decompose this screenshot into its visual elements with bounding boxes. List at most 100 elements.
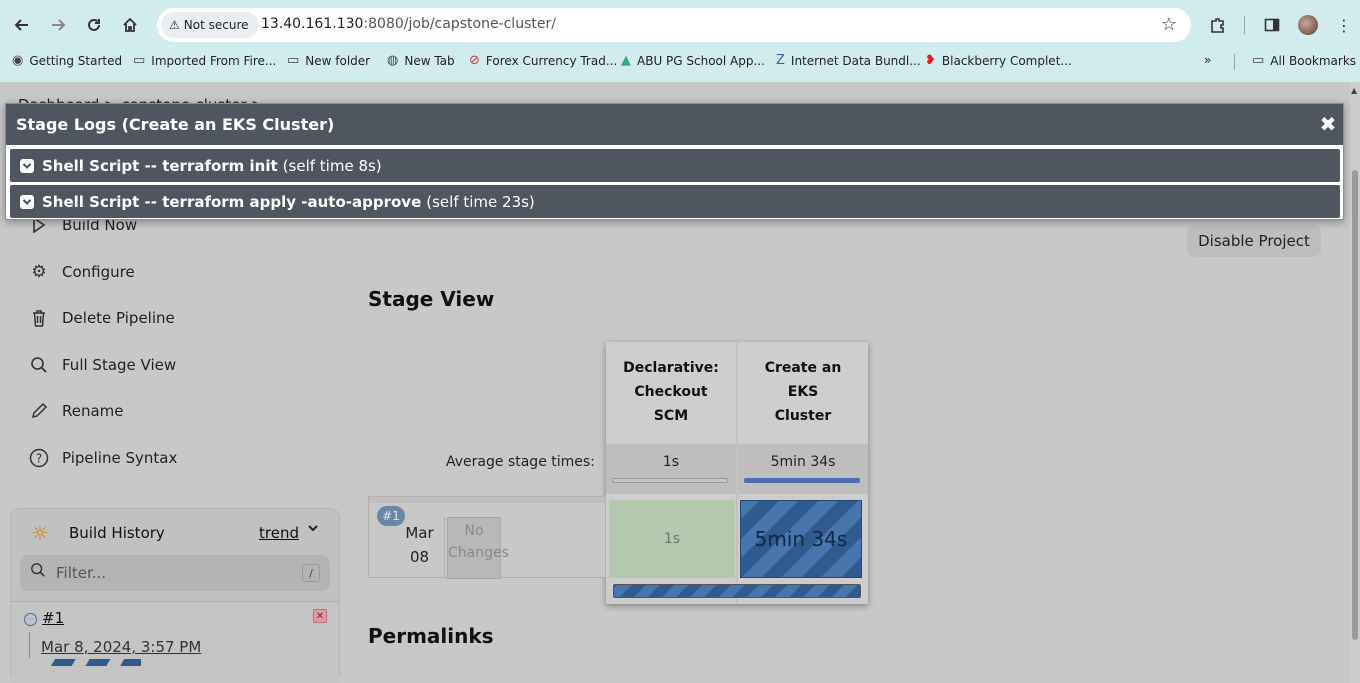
build-row: #1 Mar 08 No Changes <box>368 496 606 579</box>
scroll-up-arrow-icon[interactable]: ▲ <box>1351 86 1357 95</box>
bookmarks-divider <box>1234 54 1235 70</box>
stage-cell-in-progress[interactable]: 5min 34s <box>740 500 862 578</box>
folder-icon: ▭ <box>133 53 146 68</box>
menu-kebab-icon[interactable]: ⋮ <box>1332 13 1356 37</box>
more-bookmarks-button[interactable]: » <box>1204 53 1211 67</box>
help-icon: ? <box>28 447 50 469</box>
stage-avg-checkout: 1s <box>606 444 736 494</box>
bookmark-label: Imported From Fire... <box>151 53 277 68</box>
bookmark-item[interactable]: Z Internet Data Bundl... <box>776 53 921 68</box>
url-path: :8080/job/capstone-cluster/ <box>363 16 556 32</box>
stage-view-table: Declarative: Checkout SCM Create an EKS … <box>606 342 868 604</box>
forex-icon: ⊘ <box>469 53 480 68</box>
abu-icon: ▲ <box>621 53 631 68</box>
bookmark-label: New folder <box>305 53 371 68</box>
bookmark-item[interactable]: ◍ New Tab <box>387 53 455 68</box>
profile-avatar[interactable] <box>1298 15 1318 35</box>
firefox-icon: ◉ <box>12 53 24 68</box>
svg-text:?: ? <box>36 452 42 466</box>
stage-logs-dialog: Stage Logs (Create an EKS Cluster) ✖ She… <box>5 103 1344 220</box>
extensions-icon[interactable] <box>1206 13 1230 37</box>
stage-header-eks[interactable]: Create an EKS Cluster <box>738 342 868 442</box>
avg-time: 1s <box>662 454 680 470</box>
browser-chrome: ⚠ Not secure 13.40.161.130:8080/job/caps… <box>0 0 1360 82</box>
globe-icon: ◍ <box>387 53 399 68</box>
expand-chevron-icon[interactable] <box>20 158 34 173</box>
back-arrow-icon[interactable] <box>8 11 36 39</box>
build-progress-bar <box>43 659 141 666</box>
bookmark-label: ABU PG School App... <box>637 53 765 68</box>
stage-cell-success[interactable]: 1s <box>609 500 735 578</box>
average-stage-times-label: Average stage times: <box>446 454 595 470</box>
not-secure-chip[interactable]: ⚠ Not secure <box>161 12 259 38</box>
build-progress-bar <box>613 584 861 598</box>
folder-icon: ▭ <box>1252 53 1265 68</box>
build-history-item: ··· #1 ✕ Mar 8, 2024, 3:57 PM <box>11 602 339 683</box>
expand-chevron-icon[interactable] <box>20 194 34 209</box>
close-icon[interactable]: ✖ <box>1319 113 1337 135</box>
stage-view-title: Stage View <box>368 287 495 311</box>
search-icon <box>30 562 46 582</box>
sidebar-item-pipeline-syntax[interactable]: ? Pipeline Syntax <box>28 447 177 469</box>
trash-icon <box>28 307 50 329</box>
bookmark-item[interactable]: ❥ Blackberry Complet... <box>925 53 1072 68</box>
bookmark-star-icon[interactable]: ☆ <box>1161 14 1177 35</box>
bookmark-label: Forex Currency Trad... <box>485 53 618 68</box>
bookmark-item[interactable]: ▲ ABU PG School App... <box>621 53 765 68</box>
no-changes-label[interactable]: No Changes <box>447 517 509 579</box>
build-history-title: Build History <box>69 524 165 542</box>
in-progress-icon: ··· <box>24 613 37 626</box>
sidebar-item-rename[interactable]: Rename <box>28 400 124 422</box>
url-text[interactable]: 13.40.161.130:8080/job/capstone-cluster/ <box>261 16 556 32</box>
avg-time: 5min 34s <box>770 454 836 470</box>
permalinks-title: Permalinks <box>368 624 494 648</box>
side-panel-icon[interactable] <box>1260 13 1284 37</box>
warning-icon: ⚠ <box>169 18 180 32</box>
bookmark-label: Getting Started <box>29 53 123 68</box>
dialog-header: Stage Logs (Create an EKS Cluster) ✖ <box>6 104 1343 145</box>
z-icon: Z <box>776 53 785 68</box>
reload-icon[interactable] <box>80 11 108 39</box>
row-top-band <box>369 497 605 503</box>
stage-header-checkout[interactable]: Declarative: Checkout SCM <box>606 342 736 442</box>
log-step-row[interactable]: Shell Script -- terraform apply -auto-ap… <box>10 185 1340 218</box>
forward-arrow-icon[interactable] <box>44 11 72 39</box>
scrollbar-thumb[interactable] <box>1352 170 1358 640</box>
disable-project-button[interactable]: Disable Project <box>1187 225 1321 257</box>
filter-box: / <box>20 555 330 591</box>
search-icon <box>28 354 50 376</box>
stage-avg-eks: 5min 34s <box>738 444 868 494</box>
step-self-time: (self time 8s) <box>282 156 382 175</box>
sun-icon: ☼ <box>31 521 49 545</box>
all-bookmarks-label: All Bookmarks <box>1270 53 1357 68</box>
log-step-row[interactable]: Shell Script -- terraform init (self tim… <box>10 149 1340 182</box>
shortcut-key-hint: / <box>302 564 320 582</box>
security-label: Not secure <box>183 18 249 32</box>
bookmark-item[interactable]: ◉ Getting Started <box>12 53 122 68</box>
sidebar-item-label: Pipeline Syntax <box>62 449 178 467</box>
sidebar-item-label: Delete Pipeline <box>62 309 175 327</box>
build-link[interactable]: #1 <box>42 609 64 627</box>
address-bar[interactable]: ⚠ Not secure 13.40.161.130:8080/job/caps… <box>157 8 1191 42</box>
filter-input[interactable] <box>56 561 286 585</box>
chevron-down-icon[interactable] <box>307 522 319 538</box>
abort-build-icon[interactable]: ✕ <box>313 609 327 623</box>
sidebar-item-configure[interactable]: ⚙ Configure <box>28 261 134 283</box>
step-name: Shell Script -- terraform init <box>42 156 278 175</box>
sidebar-item-label: Full Stage View <box>62 356 177 374</box>
bookmark-item[interactable]: ▭ New folder <box>287 53 370 68</box>
chevron-double-right-icon: » <box>1204 53 1212 67</box>
url-host: 13.40.161.130 <box>261 16 364 32</box>
home-icon[interactable] <box>116 11 144 39</box>
bookmark-item[interactable]: ⊘ Forex Currency Trad... <box>469 53 617 68</box>
toolbar-divider <box>1244 16 1245 34</box>
build-date-link[interactable]: Mar 8, 2024, 3:57 PM <box>41 638 201 656</box>
all-bookmarks-button[interactable]: ▭ All Bookmarks <box>1252 53 1356 68</box>
bookmarks-bar: ◉ Getting Started ▭ Imported From Fire... … <box>0 50 1360 74</box>
sidebar-item-full-stage-view[interactable]: Full Stage View <box>28 354 176 376</box>
trend-link[interactable]: trend <box>259 524 299 542</box>
airtel-icon: ❥ <box>925 53 936 68</box>
sidebar-item-delete-pipeline[interactable]: Delete Pipeline <box>28 307 175 329</box>
pencil-icon <box>28 400 50 422</box>
bookmark-item[interactable]: ▭ Imported From Fire... <box>133 53 276 68</box>
